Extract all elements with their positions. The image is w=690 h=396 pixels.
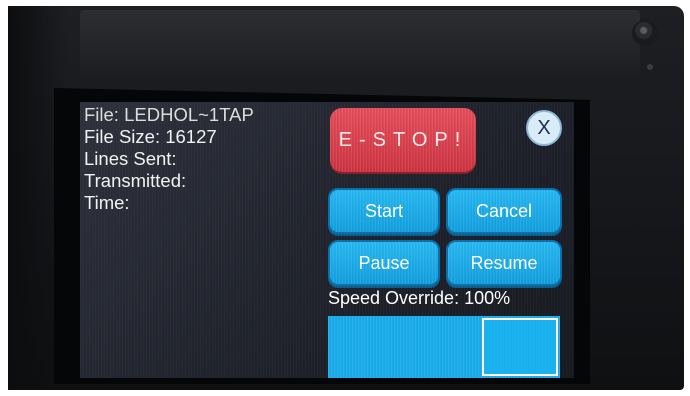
job-info-panel: File: LEDHOL~1TAP File Size: 16127 Lines… [84, 104, 324, 214]
speed-override-slider[interactable] [328, 316, 560, 378]
resume-button[interactable]: Resume [446, 240, 562, 286]
lcd-screen: File: LEDHOL~1TAP File Size: 16127 Lines… [80, 102, 574, 378]
file-size: File Size: 16127 [84, 126, 217, 147]
close-button[interactable]: X [526, 110, 562, 146]
cancel-button[interactable]: Cancel [446, 188, 562, 234]
slider-thumb[interactable] [482, 318, 558, 376]
elapsed-time: Time: [84, 192, 130, 213]
estop-button[interactable]: E-STOP! [330, 108, 476, 172]
camera-lens [632, 20, 658, 46]
start-button[interactable]: Start [328, 188, 440, 234]
pause-button[interactable]: Pause [328, 240, 440, 286]
file-name: File: LEDHOL~1TAP [84, 104, 254, 125]
sensor-dot [647, 64, 653, 70]
speed-override-label: Speed Override: 100% [328, 288, 511, 308]
transmitted: Transmitted: [84, 170, 187, 191]
lines-sent: Lines Sent: [84, 148, 177, 169]
bezel-glare [80, 10, 640, 80]
